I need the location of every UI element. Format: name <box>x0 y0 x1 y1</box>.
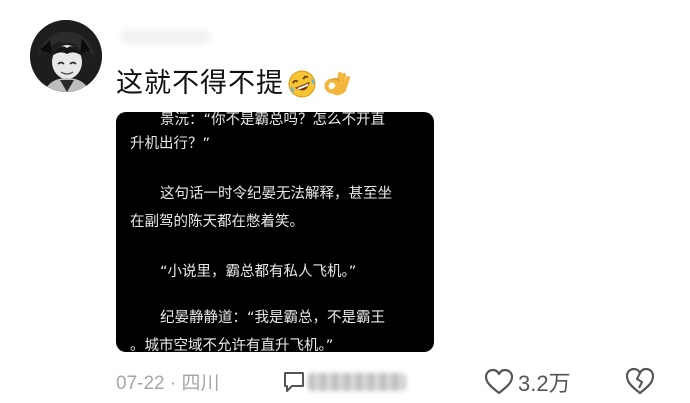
avatar-image <box>30 20 102 92</box>
image-text-line: 。城市空域不允许有直升飞机。” <box>130 338 334 352</box>
reply-text-redacted <box>308 373 406 391</box>
attached-image[interactable]: 景沅：“你不是霸总吗？怎么不开直 升机出行？” 这句话一时令纪晏无法解释，甚至坐… <box>116 112 434 352</box>
rofl-emoji-icon <box>286 68 318 100</box>
comment-body: 这就不得不提 <box>116 66 352 102</box>
comment-footer: 07-22 · 四川 3.2万 <box>0 362 690 402</box>
like-count: 3.2万 <box>518 371 571 396</box>
username-redacted[interactable] <box>120 30 210 44</box>
image-text-line: 升机出行？” <box>130 136 211 152</box>
image-text-line: 在副驾的陈天都在憋着笑。 <box>130 214 304 230</box>
ok-hand-emoji-icon <box>320 68 352 100</box>
comment-date: 07-22 <box>116 373 165 394</box>
image-text-line: “小说里，霸总都有私人飞机。” <box>160 264 357 280</box>
reply-button[interactable] <box>282 367 408 397</box>
comment-text: 这就不得不提 <box>116 68 284 99</box>
image-text-line: 纪晏静静道：“我是霸总，不是霸王 <box>160 310 386 326</box>
broken-heart-icon <box>625 367 655 395</box>
avatar[interactable] <box>30 20 102 92</box>
comment-location: 四川 <box>181 373 220 394</box>
image-text-line: 景沅：“你不是霸总吗？怎么不开直 <box>160 112 386 128</box>
image-text-line: 这句话一时令纪晏无法解释，甚至坐 <box>160 186 392 202</box>
reply-icon <box>284 372 304 392</box>
comment-meta: 07-22 · 四川 <box>116 368 220 395</box>
heart-icon <box>484 368 514 395</box>
like-button[interactable]: 3.2万 <box>484 366 571 398</box>
meta-separator: · <box>169 373 177 394</box>
dislike-button[interactable] <box>624 366 656 398</box>
